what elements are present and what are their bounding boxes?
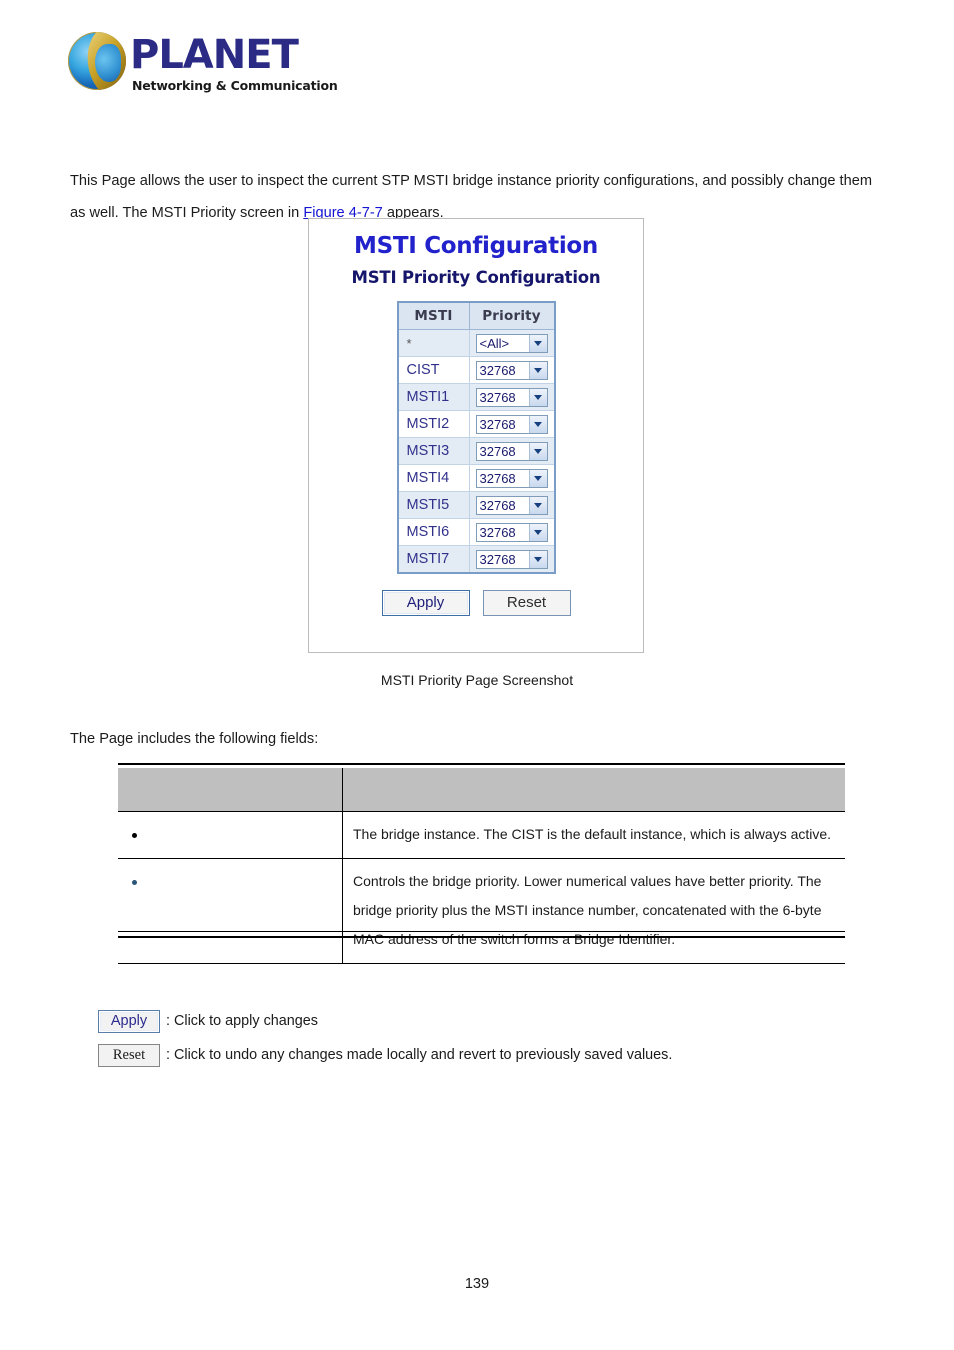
column-header-priority: Priority (468, 301, 555, 330)
priority-select-msti4[interactable]: 32768 (475, 468, 548, 488)
priority-select-cist[interactable]: 32768 (475, 360, 548, 380)
chevron-down-icon (528, 496, 547, 514)
panel-subtitle: MSTI Priority Configuration (351, 268, 601, 287)
table-row: Controls the bridge priority. Lower nume… (118, 858, 845, 964)
chevron-down-icon (528, 415, 547, 433)
reset-button[interactable]: Reset (482, 590, 571, 616)
cell-object (118, 858, 343, 964)
table-row: MSTI2 32768 (397, 410, 555, 438)
header-cell-object (118, 768, 343, 812)
table-row: MSTI5 32768 (397, 491, 555, 519)
figure-caption: MSTI Priority Page Screenshot (380, 672, 574, 688)
cell-description: Controls the bridge priority. Lower nume… (342, 858, 845, 964)
brand-logo: PLANET Networking & Communication (68, 28, 368, 98)
cell-priority: 32768 (468, 356, 555, 384)
bullet-icon (132, 832, 137, 838)
priority-select-msti6[interactable]: 32768 (475, 522, 548, 542)
apply-button[interactable]: Apply (381, 590, 470, 616)
table-row: * <All> (397, 329, 555, 357)
chevron-down-icon (528, 523, 547, 541)
legend-row-apply: Apply : Click to apply changes (98, 1004, 898, 1038)
priority-select-msti7[interactable]: 32768 (475, 549, 548, 569)
table-row: MSTI7 32768 (397, 545, 555, 574)
priority-select-msti2[interactable]: 32768 (475, 414, 548, 434)
cell-priority: 32768 (468, 491, 555, 519)
cell-priority: 32768 (468, 545, 555, 574)
table-row: MSTI4 32768 (397, 464, 555, 492)
cell-description: The bridge instance. The CIST is the def… (342, 811, 845, 859)
cell-msti: MSTI7 (397, 545, 470, 574)
cell-object (118, 811, 343, 859)
table-row: CIST 32768 (397, 356, 555, 384)
reset-button-sample[interactable]: Reset (98, 1043, 160, 1067)
legend-row-reset: Reset : Click to undo any changes made l… (98, 1038, 898, 1072)
cell-priority: 32768 (468, 464, 555, 492)
cell-priority: 32768 (468, 518, 555, 546)
brand-tagline: Networking & Communication (132, 78, 338, 93)
page-number: 139 (464, 1276, 490, 1292)
table-header-row (118, 768, 845, 812)
chevron-down-icon (528, 334, 547, 352)
priority-select-msti5[interactable]: 32768 (475, 495, 548, 515)
cell-msti: CIST (397, 356, 470, 384)
header-cell-description (342, 768, 845, 812)
table-row: MSTI1 32768 (397, 383, 555, 411)
apply-button-label: Apply (110, 1013, 148, 1029)
priority-table-container: MSTI Priority * <All> CIST 32768 MSTI1 3… (309, 301, 643, 574)
reset-button-description: : Click to undo any changes made locally… (166, 1047, 673, 1063)
cell-msti: MSTI6 (397, 518, 470, 546)
cell-msti: * (397, 329, 470, 357)
screenshot-panel: MSTI Configuration MSTI Priority Configu… (308, 218, 644, 653)
bullet-icon (132, 879, 137, 885)
cell-priority: 32768 (468, 383, 555, 411)
table-row: MSTI6 32768 (397, 518, 555, 546)
cell-msti: MSTI4 (397, 464, 470, 492)
chevron-down-icon (528, 388, 547, 406)
chevron-down-icon (528, 469, 547, 487)
msti-priority-table: MSTI Priority * <All> CIST 32768 MSTI1 3… (396, 301, 556, 574)
chevron-down-icon (528, 361, 547, 379)
globe-icon (68, 32, 126, 90)
panel-button-bar: Apply Reset (309, 590, 643, 616)
chevron-down-icon (528, 550, 547, 568)
cell-msti: MSTI1 (397, 383, 470, 411)
chevron-down-icon (528, 442, 547, 460)
brand-wordmark: PLANET (130, 32, 299, 78)
cell-msti: MSTI3 (397, 437, 470, 465)
cell-msti: MSTI5 (397, 491, 470, 519)
reset-button-label: Reset (112, 1046, 146, 1063)
intro-text-before: This Page allows the user to inspect the… (70, 172, 872, 221)
fields-intro-text: The Page includes the following fields: (70, 731, 319, 747)
cell-msti: MSTI2 (397, 410, 470, 438)
table-row: MSTI3 32768 (397, 437, 555, 465)
priority-select-msti3[interactable]: 32768 (475, 441, 548, 461)
cell-priority: <All> (468, 329, 555, 357)
table-header-row: MSTI Priority (397, 301, 555, 330)
apply-button-description: : Click to apply changes (166, 1013, 318, 1029)
table-bottom-rule (118, 931, 845, 938)
column-header-msti: MSTI (397, 301, 470, 330)
cell-priority: 32768 (468, 410, 555, 438)
panel-title: MSTI Configuration (353, 233, 598, 259)
button-legend: Apply : Click to apply changes Reset : C… (98, 1004, 898, 1072)
priority-select-msti1[interactable]: 32768 (475, 387, 548, 407)
table-row: The bridge instance. The CIST is the def… (118, 811, 845, 859)
priority-select-all[interactable]: <All> (475, 333, 548, 353)
apply-button-sample[interactable]: Apply (98, 1009, 160, 1033)
cell-priority: 32768 (468, 437, 555, 465)
